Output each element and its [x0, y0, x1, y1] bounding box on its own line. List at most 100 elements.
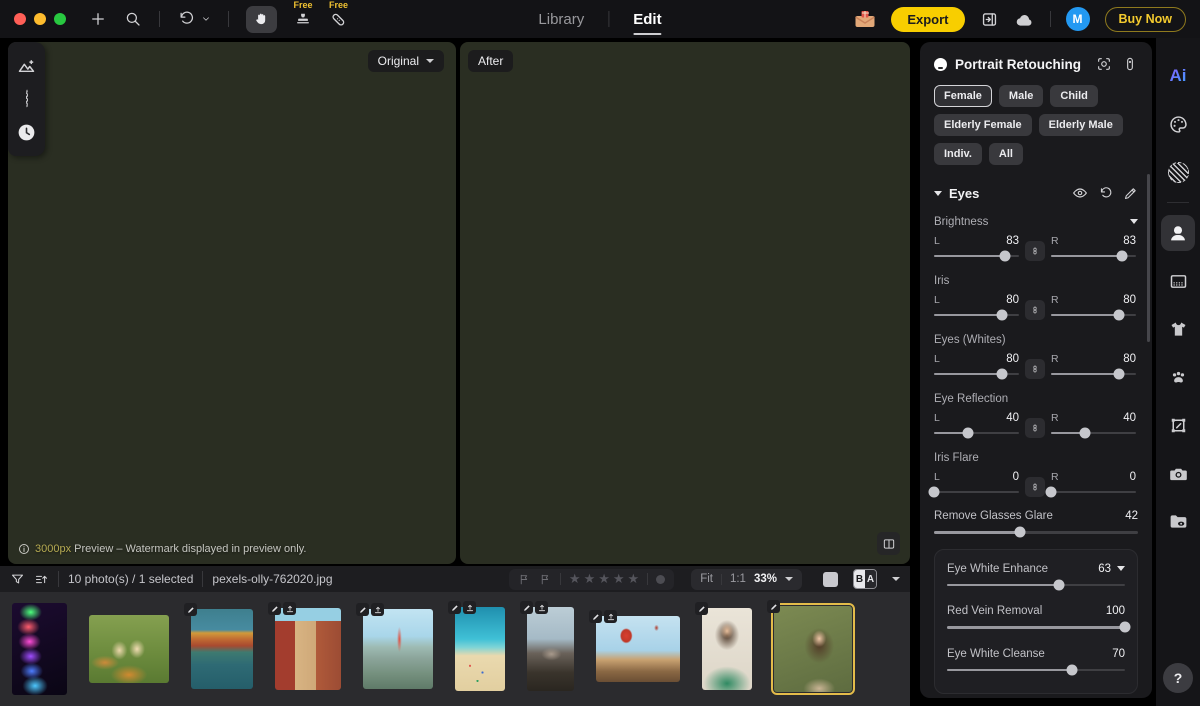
slider-handle[interactable]: [1113, 309, 1125, 321]
filmstrip-thumbnail[interactable]: [12, 603, 67, 695]
background-color-button[interactable]: [823, 571, 838, 587]
filmstrip-thumbnail[interactable]: [695, 602, 752, 690]
ai-image-tool-button[interactable]: [16, 56, 37, 77]
slider-handle[interactable]: [999, 250, 1011, 262]
retouch-type-chip[interactable]: Elderly Male: [1038, 114, 1123, 136]
thumbnail-image[interactable]: [596, 616, 680, 682]
hand-tool-button[interactable]: [246, 5, 277, 33]
preview-eye-icon[interactable]: [1072, 185, 1088, 201]
retouch-type-chip[interactable]: All: [988, 143, 1023, 165]
mask-tool-button[interactable]: [25, 89, 28, 108]
adjust-pin-icon[interactable]: [1122, 56, 1138, 72]
slider-handle[interactable]: [1053, 579, 1065, 591]
promo-gift-icon[interactable]: [854, 10, 876, 28]
star-icon[interactable]: ★: [598, 571, 610, 587]
thumbnail-image[interactable]: [275, 608, 341, 690]
retouch-type-chip[interactable]: Female: [934, 85, 992, 107]
star-icon[interactable]: ★: [628, 571, 640, 587]
slider-handle[interactable]: [928, 486, 940, 498]
filter-icon[interactable]: [10, 572, 25, 587]
retouch-type-chip[interactable]: Elderly Female: [934, 114, 1032, 136]
help-button[interactable]: ?: [1163, 663, 1193, 693]
thumbnail-image[interactable]: [527, 607, 574, 691]
chevron-down-icon[interactable]: [892, 577, 900, 581]
slider-track[interactable]: [1051, 250, 1136, 262]
develop-tool[interactable]: [1156, 449, 1200, 497]
slider-handle[interactable]: [996, 309, 1008, 321]
filmstrip-thumbnail[interactable]: [448, 601, 505, 691]
texture-tool[interactable]: [1156, 257, 1200, 305]
link-eyes-button[interactable]: [1025, 359, 1045, 379]
slider-handle[interactable]: [1079, 427, 1091, 439]
slider-handle[interactable]: [1119, 621, 1131, 633]
link-eyes-button[interactable]: [1025, 300, 1045, 320]
structure-mask-tool[interactable]: [1156, 148, 1200, 196]
link-eyes-button[interactable]: [1025, 418, 1045, 438]
after-image-pane[interactable]: After: [460, 42, 910, 564]
reset-icon[interactable]: [1098, 186, 1113, 201]
thumbnail-image[interactable]: [363, 609, 433, 689]
close-window-icon[interactable]: [14, 13, 26, 25]
star-icon[interactable]: ★: [613, 571, 625, 587]
slider-handle[interactable]: [962, 427, 974, 439]
account-avatar[interactable]: M: [1065, 7, 1090, 31]
color-label-icon[interactable]: [656, 574, 666, 584]
crop-transform-tool[interactable]: [1156, 401, 1200, 449]
filmstrip-thumbnail[interactable]: [767, 600, 856, 696]
slider-track[interactable]: [934, 250, 1019, 262]
slider-track[interactable]: [934, 368, 1019, 380]
original-image-pane[interactable]: Original 3000px Preview – Watermark disp…: [8, 42, 456, 564]
zoom-fit-button[interactable]: Fit: [700, 573, 713, 585]
slider-track[interactable]: [1051, 309, 1136, 321]
slider-handle[interactable]: [1066, 664, 1078, 676]
slider-track[interactable]: [947, 621, 1131, 633]
slider-track[interactable]: [1051, 427, 1136, 439]
zoom-level[interactable]: 33%: [754, 573, 777, 585]
collapse-triangle-icon[interactable]: [1117, 566, 1125, 571]
slider-track[interactable]: [1045, 486, 1136, 498]
link-eyes-button[interactable]: [1025, 477, 1045, 497]
star-rating[interactable]: ★ ★ ★ ★ ★: [569, 571, 639, 587]
chevron-down-icon[interactable]: [785, 577, 793, 581]
face-detect-icon[interactable]: [1096, 56, 1112, 72]
slider-handle[interactable]: [1045, 486, 1057, 498]
slider-track[interactable]: [928, 486, 1019, 498]
filmstrip-thumbnail[interactable]: [89, 615, 169, 683]
chevron-down-icon[interactable]: [201, 14, 211, 24]
export-button[interactable]: Export: [891, 6, 965, 32]
pet-tool[interactable]: [1156, 353, 1200, 401]
retouch-type-chip[interactable]: Child: [1050, 85, 1098, 107]
slider-track[interactable]: [934, 427, 1019, 439]
slider-track[interactable]: [1051, 368, 1136, 380]
filmstrip-thumbnail[interactable]: [268, 602, 341, 690]
history-button[interactable]: [16, 122, 37, 143]
heal-tool-button[interactable]: Free: [329, 0, 348, 38]
slider-track[interactable]: [947, 664, 1125, 676]
pick-flag-icon[interactable]: [518, 573, 531, 586]
tab-library[interactable]: Library: [534, 11, 588, 28]
star-icon[interactable]: ★: [584, 571, 596, 587]
retouch-type-chip[interactable]: Male: [998, 85, 1044, 107]
slider-track[interactable]: [934, 526, 1138, 538]
collapse-triangle-icon[interactable]: [1130, 219, 1138, 224]
ai-enhance-tool[interactable]: Ai: [1156, 52, 1200, 100]
sort-icon[interactable]: [34, 572, 49, 587]
zoom-100-button[interactable]: 1:1: [730, 573, 746, 585]
add-photos-button[interactable]: [89, 0, 107, 38]
edit-mask-pencil-icon[interactable]: [1123, 186, 1138, 201]
tab-edit[interactable]: Edit: [629, 11, 665, 35]
eyes-section-header[interactable]: Eyes: [934, 184, 1138, 202]
undo-button[interactable]: [177, 0, 211, 38]
thumbnail-image[interactable]: [191, 609, 253, 689]
retouch-type-chip[interactable]: Indiv.: [934, 143, 982, 165]
filmstrip-thumbnail[interactable]: [356, 603, 433, 689]
thumbnail-image[interactable]: [12, 603, 67, 695]
reject-flag-icon[interactable]: [539, 573, 552, 586]
before-after-toggle[interactable]: B A: [853, 569, 877, 589]
slider-track[interactable]: [934, 309, 1019, 321]
filmstrip-thumbnail[interactable]: [184, 603, 253, 689]
buy-now-button[interactable]: Buy Now: [1104, 6, 1186, 32]
thumbnail-image[interactable]: [89, 615, 169, 683]
filmstrip-thumbnail[interactable]: [589, 610, 680, 682]
cloud-sync-icon[interactable]: [1014, 11, 1035, 27]
